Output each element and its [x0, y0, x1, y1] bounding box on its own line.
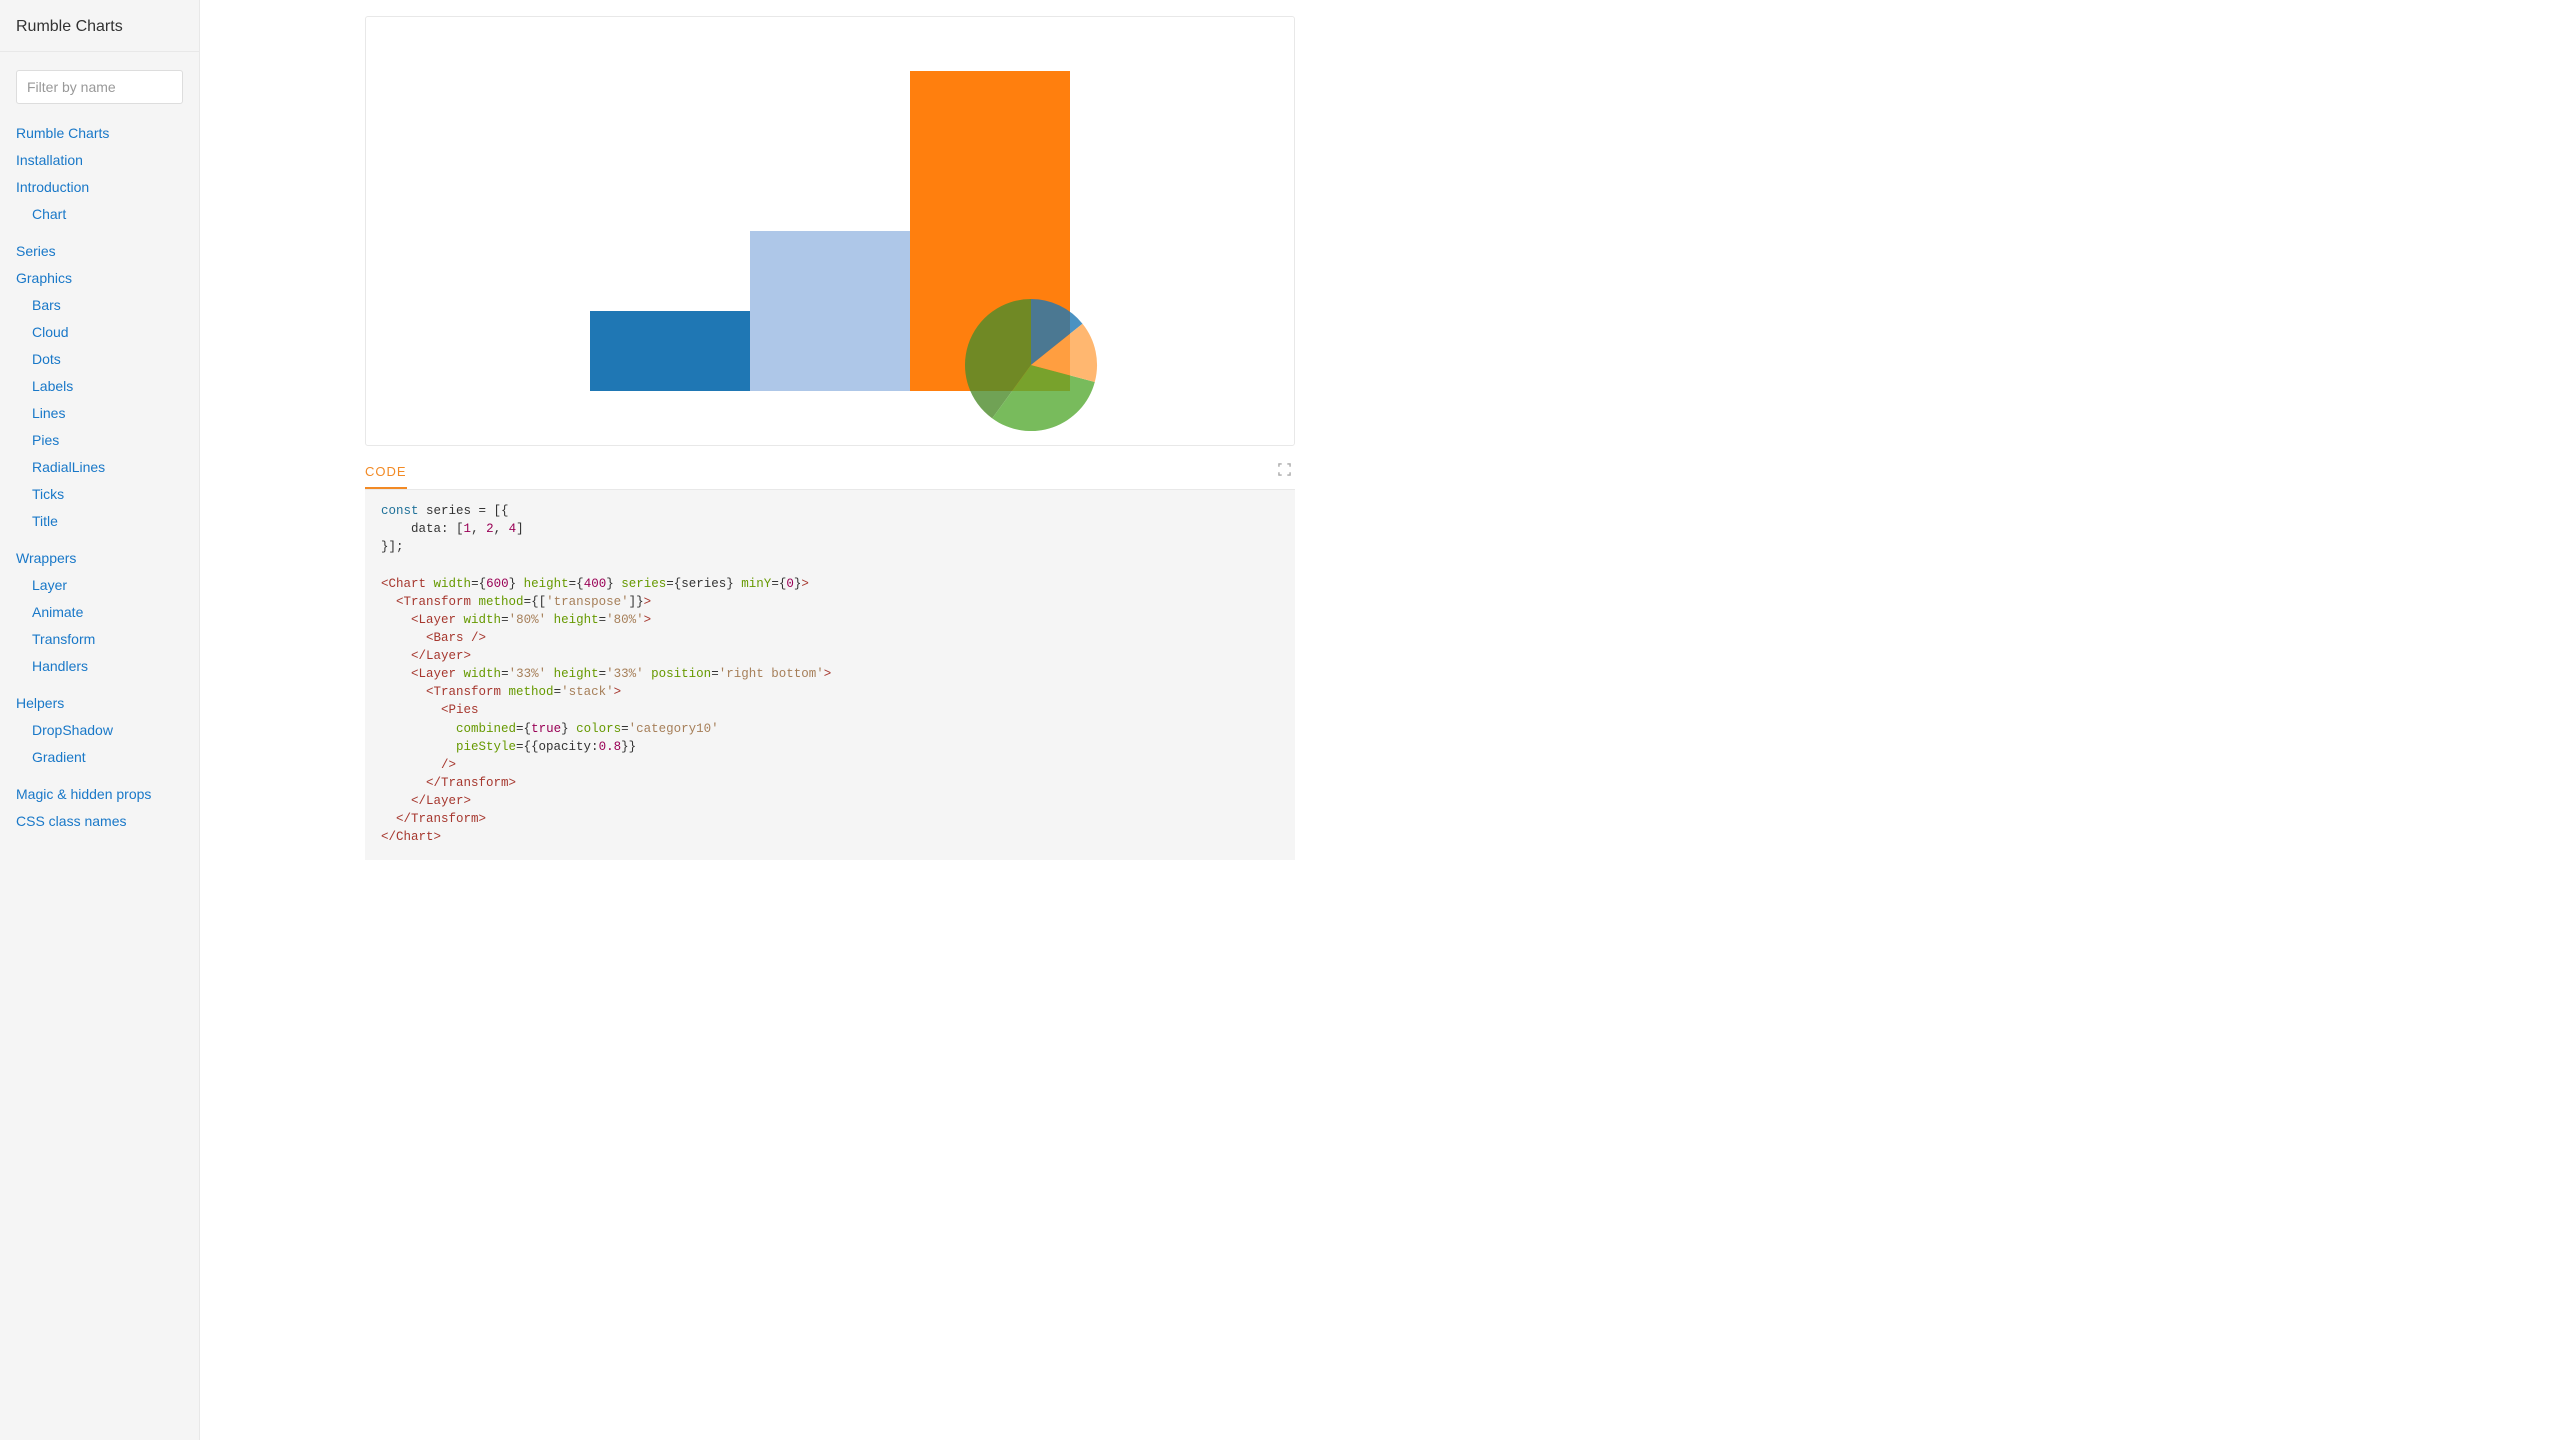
main-content: CODE const series = [{ data: [1, 2, 4] }… [200, 0, 2560, 1440]
chart-preview [365, 16, 1295, 446]
nav-lines[interactable]: Lines [0, 400, 199, 427]
nav-gradient[interactable]: Gradient [0, 744, 199, 771]
nav-magic[interactable]: Magic & hidden props [0, 781, 199, 808]
nav-wrappers[interactable]: Wrappers [0, 545, 199, 572]
nav-series[interactable]: Series [0, 238, 199, 265]
nav-ticks[interactable]: Ticks [0, 481, 199, 508]
nav-css-classes[interactable]: CSS class names [0, 808, 199, 835]
bar-1 [750, 231, 910, 391]
nav-dots[interactable]: Dots [0, 346, 199, 373]
nav-layer[interactable]: Layer [0, 572, 199, 599]
pie-chart [965, 299, 1097, 431]
nav-graphics[interactable]: Graphics [0, 265, 199, 292]
sidebar-nav: Rumble Charts Installation Introduction … [0, 114, 199, 855]
nav-installation[interactable]: Installation [0, 147, 199, 174]
nav-introduction[interactable]: Introduction [0, 174, 199, 201]
nav-labels[interactable]: Labels [0, 373, 199, 400]
code-block[interactable]: const series = [{ data: [1, 2, 4] }]; <C… [365, 490, 1295, 860]
filter-wrap [0, 52, 199, 114]
tab-code[interactable]: CODE [365, 456, 407, 489]
nav-dropshadow[interactable]: DropShadow [0, 717, 199, 744]
nav-cloud[interactable]: Cloud [0, 319, 199, 346]
app-title: Rumble Charts [0, 0, 199, 52]
nav-pies[interactable]: Pies [0, 427, 199, 454]
nav-title[interactable]: Title [0, 508, 199, 535]
nav-transform[interactable]: Transform [0, 626, 199, 653]
nav-handlers[interactable]: Handlers [0, 653, 199, 680]
nav-radiallines[interactable]: RadialLines [0, 454, 199, 481]
filter-input[interactable] [16, 70, 183, 104]
chart-svg [530, 31, 1130, 431]
bar-0 [590, 311, 750, 391]
nav-rumble-charts[interactable]: Rumble Charts [0, 120, 199, 147]
nav-animate[interactable]: Animate [0, 599, 199, 626]
code-tabbar: CODE [365, 456, 1295, 490]
nav-helpers[interactable]: Helpers [0, 690, 199, 717]
nav-bars[interactable]: Bars [0, 292, 199, 319]
nav-chart[interactable]: Chart [0, 201, 199, 228]
sidebar: Rumble Charts Rumble Charts Installation… [0, 0, 200, 1440]
expand-icon[interactable] [1278, 463, 1291, 476]
